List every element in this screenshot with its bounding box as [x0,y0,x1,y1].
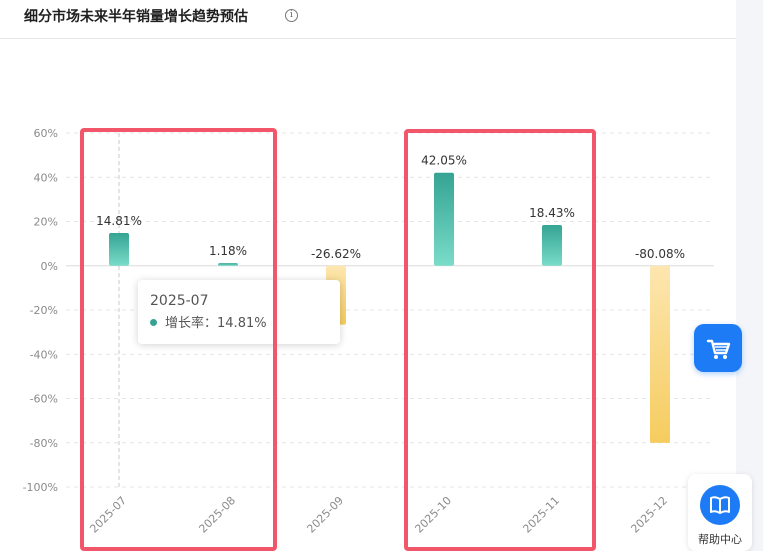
x-tick-label: 2025-12 [628,494,670,536]
bar-2025-12[interactable] [650,265,670,443]
data-label: -26.62% [311,247,361,261]
cart-icon [706,339,731,359]
y-tick-label: 40% [34,171,58,184]
help-center-button[interactable]: 帮助中心 [688,474,752,551]
highlight-box-left [80,128,277,551]
y-tick-label: -60% [30,393,58,406]
y-tick-label: -100% [23,481,58,494]
y-tick-label: 60% [34,127,58,140]
right-side-strip [736,0,763,551]
cart-button[interactable] [694,324,742,372]
x-tick-label: 2025-09 [304,494,346,536]
help-icon-circle [700,485,740,525]
y-tick-label: -20% [30,304,58,317]
page-root: 细分市场未来半年销量增长趋势预估 i 60% 40% 20% 0% -20% -40% -6… [0,0,763,551]
y-tick-label: 20% [34,216,58,229]
highlight-box-right [404,129,596,551]
y-tick-label: -40% [30,348,58,361]
y-tick-label: -80% [30,437,58,450]
data-label: -80.08% [635,247,685,261]
help-center-label: 帮助中心 [698,533,742,546]
y-tick-label: 0% [41,260,58,273]
book-icon [710,496,730,514]
